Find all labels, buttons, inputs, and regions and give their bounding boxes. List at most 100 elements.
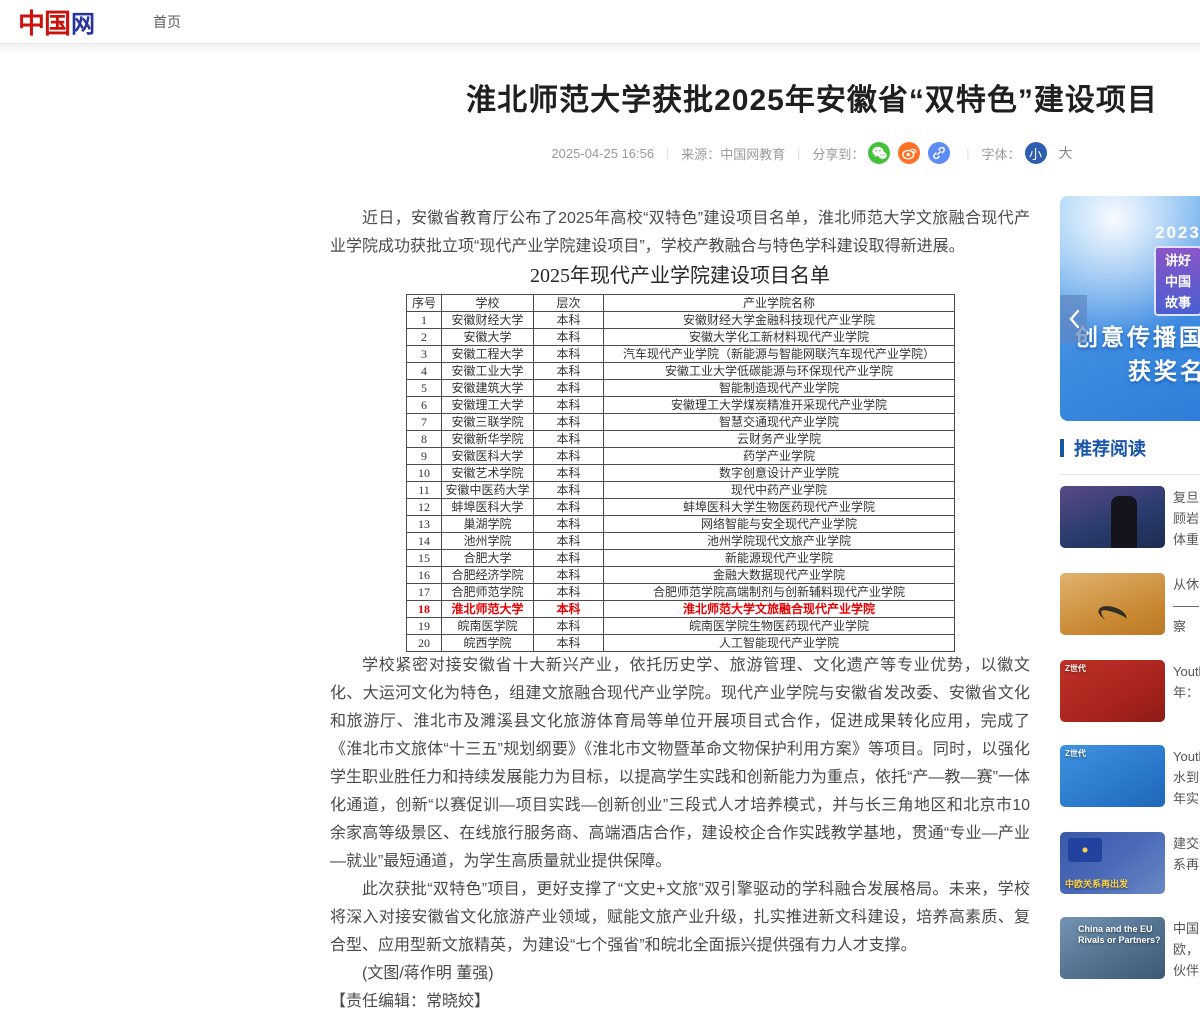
cell-school: 安徽财经大学 bbox=[442, 312, 534, 329]
recommend-thumbnail bbox=[1060, 486, 1165, 548]
col-header-no: 序号 bbox=[407, 295, 442, 312]
cell-no: 20 bbox=[407, 635, 442, 652]
article-body: 近日，安徽省教育厅公布了2025年高校“双特色”建设项目名单，淮北师范大学文旅融… bbox=[330, 205, 1030, 1016]
china-net-logo[interactable]: 中国网 bbox=[18, 2, 95, 41]
recommend-item[interactable]: Z世代 Youth 年： bbox=[1060, 660, 1200, 722]
cell-level: 本科 bbox=[534, 635, 604, 652]
recommend-item-title: 从休 —— 察 bbox=[1173, 573, 1200, 637]
cell-no: 3 bbox=[407, 346, 442, 363]
recommend-title: 推荐阅读 bbox=[1074, 435, 1146, 461]
cell-school: 皖西学院 bbox=[442, 635, 534, 652]
cell-school: 安徽艺术学院 bbox=[442, 465, 534, 482]
thumbnail-caption: Z世代 bbox=[1065, 664, 1086, 674]
cell-name: 人工智能现代产业学院 bbox=[604, 635, 955, 652]
recommend-item-title: Youth 水到 年实 bbox=[1173, 745, 1200, 809]
cell-level: 本科 bbox=[534, 414, 604, 431]
cell-school: 安徽建筑大学 bbox=[442, 380, 534, 397]
logo-text-cn: 中国 bbox=[18, 2, 70, 41]
cell-no: 6 bbox=[407, 397, 442, 414]
cell-no: 4 bbox=[407, 363, 442, 380]
right-sidebar: 2023 讲好 中国 故事 创意传播国 获奖名 推荐阅读 复旦大 顾岩 体重 从 bbox=[1060, 196, 1200, 981]
logo-text-net: 网 bbox=[71, 4, 95, 39]
recommend-item[interactable]: China and the EU Rivals or Partners? 中国 … bbox=[1060, 917, 1200, 981]
cell-name: 蚌埠医科大学生物医药现代产业学院 bbox=[604, 499, 955, 516]
article-source: 来源：中国网教育 bbox=[681, 144, 785, 163]
table-row: 20 皖西学院 本科 人工智能现代产业学院 bbox=[407, 635, 955, 652]
table-row: 1 安徽财经大学 本科 安徽财经大学金融科技现代产业学院 bbox=[407, 312, 955, 329]
cell-no: 5 bbox=[407, 380, 442, 397]
cell-no: 16 bbox=[407, 567, 442, 584]
table-row: 18 淮北师范大学 本科 淮北师范大学文旅融合现代产业学院 bbox=[407, 601, 955, 618]
article-meta: 2025-04-25 16:56 | 来源：中国网教育 | 分享到： | 字体：… bbox=[330, 142, 1200, 164]
project-table-block: 2025年现代产业学院建设项目名单 序号 学校 层次 产业学院名称 1 安徽财经… bbox=[406, 263, 954, 652]
table-body: 1 安徽财经大学 本科 安徽财经大学金融科技现代产业学院 2 安徽大学 本科 安… bbox=[407, 312, 955, 652]
table-row: 5 安徽建筑大学 本科 智能制造现代产业学院 bbox=[407, 380, 955, 397]
cell-level: 本科 bbox=[534, 380, 604, 397]
cell-name: 智能制造现代产业学院 bbox=[604, 380, 955, 397]
recommend-thumbnail: 中欧关系再出发 bbox=[1060, 832, 1165, 894]
cell-level: 本科 bbox=[534, 601, 604, 618]
cell-no: 7 bbox=[407, 414, 442, 431]
copy-link-share-icon[interactable] bbox=[928, 142, 950, 164]
recommend-thumbnail: Z世代 bbox=[1060, 660, 1165, 722]
project-table: 序号 学校 层次 产业学院名称 1 安徽财经大学 本科 安徽财经大学金融科技现代… bbox=[406, 294, 955, 652]
cell-name: 药学产业学院 bbox=[604, 448, 955, 465]
cell-level: 本科 bbox=[534, 482, 604, 499]
cell-name: 安徽财经大学金融科技现代产业学院 bbox=[604, 312, 955, 329]
recommend-item[interactable]: 从休 —— 察 bbox=[1060, 573, 1200, 637]
cell-name: 新能源现代产业学院 bbox=[604, 550, 955, 567]
cell-school: 皖南医学院 bbox=[442, 618, 534, 635]
recommend-item[interactable]: Z世代 Youth 水到 年实 bbox=[1060, 745, 1200, 809]
cell-name: 智慧交通现代产业学院 bbox=[604, 414, 955, 431]
table-row: 15 合肥大学 本科 新能源现代产业学院 bbox=[407, 550, 955, 567]
meta-separator: | bbox=[797, 146, 800, 160]
table-row: 19 皖南医学院 本科 皖南医学院生物医药现代产业学院 bbox=[407, 618, 955, 635]
cell-no: 19 bbox=[407, 618, 442, 635]
col-header-level: 层次 bbox=[534, 295, 604, 312]
meta-separator: | bbox=[966, 146, 969, 160]
cell-no: 8 bbox=[407, 431, 442, 448]
cell-school: 安徽理工大学 bbox=[442, 397, 534, 414]
cell-no: 1 bbox=[407, 312, 442, 329]
table-row: 16 合肥经济学院 本科 金融大数据现代产业学院 bbox=[407, 567, 955, 584]
col-header-school: 学校 bbox=[442, 295, 534, 312]
table-row: 9 安徽医科大学 本科 药学产业学院 bbox=[407, 448, 955, 465]
recommend-item-title: Youth 年： bbox=[1173, 660, 1200, 722]
font-small-button[interactable]: 小 bbox=[1025, 142, 1047, 164]
recommend-item-title: 建交5 系再 bbox=[1173, 832, 1200, 894]
cell-school: 安徽三联学院 bbox=[442, 414, 534, 431]
weibo-share-icon[interactable] bbox=[898, 142, 920, 164]
recommend-item[interactable]: 中欧关系再出发 建交5 系再 bbox=[1060, 832, 1200, 894]
nav-home-link[interactable]: 首页 bbox=[153, 12, 181, 32]
cell-name: 数字创意设计产业学院 bbox=[604, 465, 955, 482]
cell-no: 9 bbox=[407, 448, 442, 465]
cell-school: 安徽大学 bbox=[442, 329, 534, 346]
meta-separator: | bbox=[666, 146, 669, 160]
cell-name: 皖南医学院生物医药现代产业学院 bbox=[604, 618, 955, 635]
cell-no: 2 bbox=[407, 329, 442, 346]
chevron-left-icon bbox=[1068, 309, 1080, 329]
cell-level: 本科 bbox=[534, 363, 604, 380]
cell-school: 安徽工程大学 bbox=[442, 346, 534, 363]
article-header: 淮北师范大学获批2025年安徽省“双特色”建设项目 2025-04-25 16:… bbox=[330, 82, 1200, 164]
font-size-label: 字体： bbox=[982, 144, 1021, 163]
cell-level: 本科 bbox=[534, 584, 604, 601]
cell-school: 淮北师范大学 bbox=[442, 601, 534, 618]
cell-name: 淮北师范大学文旅融合现代产业学院 bbox=[604, 601, 955, 618]
cell-name: 池州学院现代文旅产业学院 bbox=[604, 533, 955, 550]
cell-no: 15 bbox=[407, 550, 442, 567]
font-large-button[interactable]: 大 bbox=[1059, 143, 1073, 163]
recommend-item[interactable]: 复旦大 顾岩 体重 bbox=[1060, 486, 1200, 550]
promo-banner[interactable]: 2023 讲好 中国 故事 创意传播国 获奖名 bbox=[1060, 196, 1200, 421]
cell-level: 本科 bbox=[534, 567, 604, 584]
carousel-prev-button[interactable] bbox=[1060, 295, 1087, 343]
article-paragraph: 此次获批“双特色”项目，更好支撑了“文史+文旅”双引擎驱动的学科融合发展格局。未… bbox=[330, 876, 1030, 960]
cell-level: 本科 bbox=[534, 499, 604, 516]
recommend-list: 复旦大 顾岩 体重 从休 —— 察 Z世代 Youth 年： Z世代 bbox=[1060, 486, 1200, 981]
wechat-share-icon[interactable] bbox=[868, 142, 890, 164]
article-paragraph: 学校紧密对接安徽省十大新兴产业，依托历史学、旅游管理、文化遗产等专业优势，以徽文… bbox=[330, 652, 1030, 876]
recommend-item-title: 复旦大 顾岩 体重 bbox=[1173, 486, 1200, 550]
cell-school: 安徽工业大学 bbox=[442, 363, 534, 380]
cell-school: 蚌埠医科大学 bbox=[442, 499, 534, 516]
cell-level: 本科 bbox=[534, 533, 604, 550]
